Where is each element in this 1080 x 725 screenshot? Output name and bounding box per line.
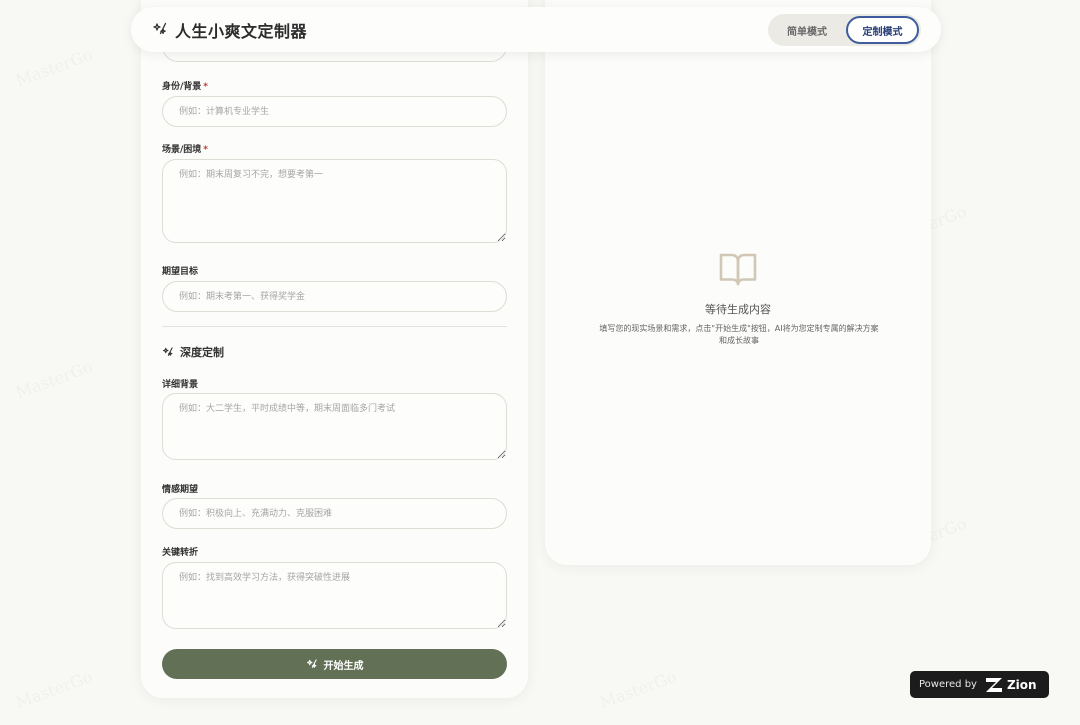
open-book-icon [719, 253, 757, 286]
powered-by-text: Powered by [919, 679, 977, 690]
sparkles-icon [153, 22, 167, 35]
powered-by-badge[interactable]: Powered by Zion [910, 671, 1049, 698]
waiting-description: 填写您的现实场景和需求，点击"开始生成"按钮，AI将为您定制专属的解决方案和成长… [599, 324, 879, 346]
zion-logo-icon [985, 677, 1002, 692]
app-header: 人生小爽文定制器 简单模式 定制模式 [131, 7, 941, 52]
identity-input[interactable] [162, 96, 507, 127]
simple-mode-button[interactable]: 简单模式 [774, 16, 840, 44]
generate-button[interactable]: 开始生成 [162, 649, 507, 679]
custom-mode-button[interactable]: 定制模式 [846, 16, 919, 44]
app-title: 人生小爽文定制器 [175, 22, 308, 41]
emotion-input[interactable] [162, 498, 507, 529]
watermark: MasterGo [13, 45, 95, 90]
watermark: MasterGo [13, 667, 95, 712]
scenario-textarea[interactable] [162, 159, 507, 243]
detail-background-textarea[interactable] [162, 393, 507, 460]
section-divider [162, 326, 507, 327]
mode-toggle: 简单模式 定制模式 [768, 14, 921, 46]
waiting-title: 等待生成内容 [705, 303, 771, 316]
identity-label: 身份/背景 * [162, 82, 209, 92]
watermark: MasterGo [597, 667, 679, 712]
required-mark: * [203, 145, 209, 155]
goal-input[interactable] [162, 281, 507, 312]
goal-label: 期望目标 [162, 267, 199, 277]
sparkles-icon [162, 347, 173, 356]
turning-point-textarea[interactable] [162, 562, 507, 629]
required-mark: * [203, 82, 209, 92]
deep-custom-title: 深度定制 [180, 346, 224, 359]
sparkles-icon [306, 659, 317, 668]
scenario-label: 场景/困境 * [162, 145, 209, 155]
emotion-label: 情感期望 [162, 485, 199, 495]
turning-point-label: 关键转折 [162, 548, 199, 558]
watermark: MasterGo [13, 357, 95, 402]
generate-button-label: 开始生成 [323, 660, 364, 672]
detail-background-label: 详细背景 [162, 380, 199, 390]
brand-name: Zion [1006, 677, 1037, 692]
